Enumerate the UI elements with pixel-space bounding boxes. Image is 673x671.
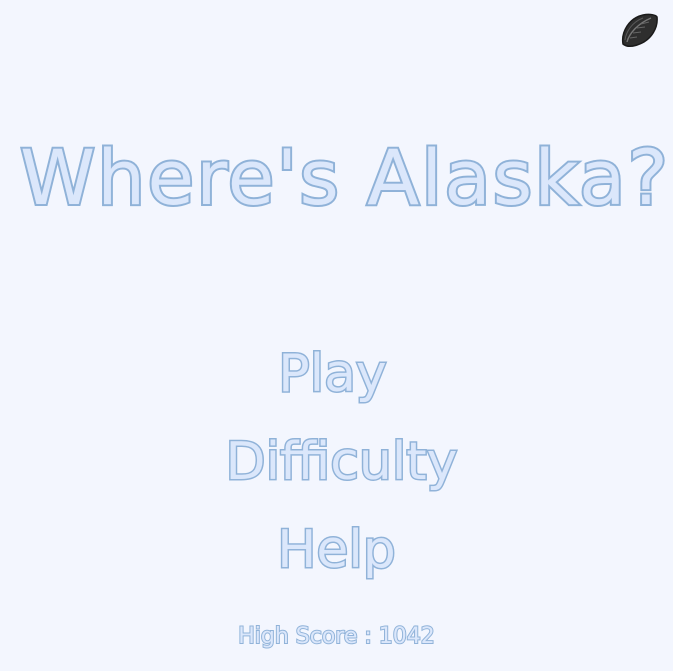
play-button[interactable]: Play bbox=[0, 330, 673, 418]
high-score: High Score : 1042 bbox=[0, 623, 673, 650]
leaf-icon[interactable] bbox=[617, 10, 661, 50]
main-menu: Play Difficulty Help bbox=[0, 330, 673, 594]
high-score-value: 1042 bbox=[378, 623, 436, 650]
help-button[interactable]: Help bbox=[0, 506, 673, 594]
game-title: Where's Alaska? bbox=[18, 131, 670, 224]
difficulty-button[interactable]: Difficulty bbox=[10, 418, 673, 506]
high-score-label: High Score : bbox=[237, 623, 379, 650]
